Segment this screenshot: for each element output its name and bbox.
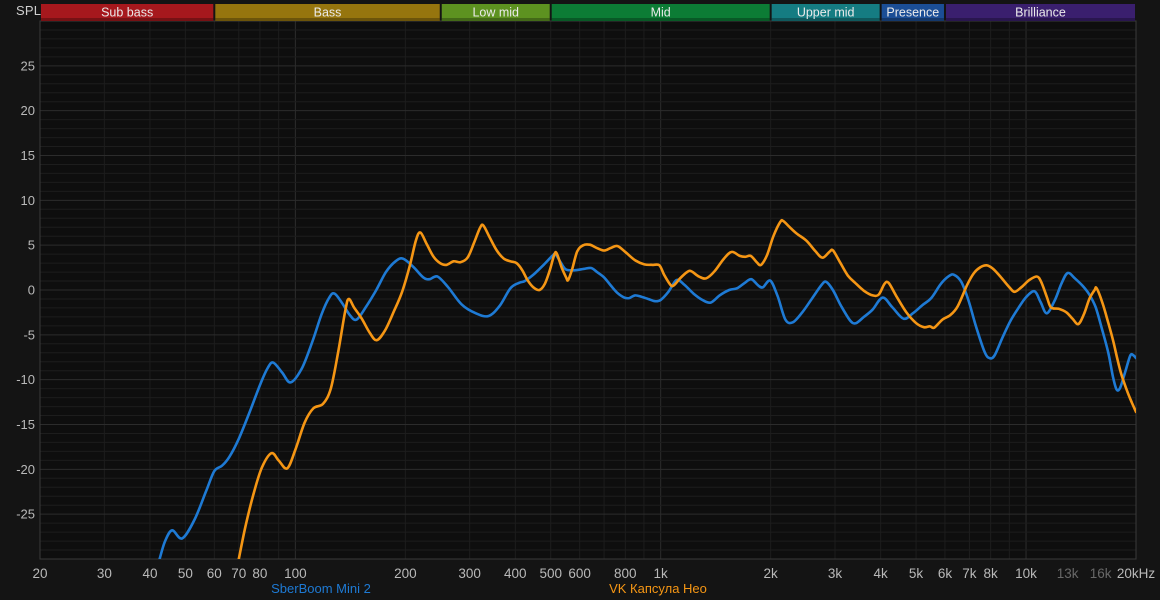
y-tick--15: -15 [16, 417, 35, 432]
band-sub-bass-label: Sub bass [101, 6, 153, 20]
x-tick-50: 50 [178, 566, 193, 581]
x-tick-80: 80 [252, 566, 267, 581]
legend-vk-kapsula-neo: VK Капсула Нео [609, 581, 707, 596]
x-tick-2k: 2k [764, 566, 779, 581]
x-tick-10k: 10k [1015, 566, 1037, 581]
x-tick-600: 600 [568, 566, 591, 581]
x-tick-4k: 4k [874, 566, 889, 581]
y-tick--5: -5 [23, 327, 35, 342]
x-tick-200: 200 [394, 566, 417, 581]
x-tick-13k: 13k [1057, 566, 1079, 581]
x-tick-500: 500 [539, 566, 562, 581]
x-tick-100: 100 [284, 566, 307, 581]
y-tick-0: 0 [28, 283, 35, 298]
x-tick-60: 60 [207, 566, 222, 581]
x-tick-5k: 5k [909, 566, 924, 581]
x-tick-800: 800 [614, 566, 637, 581]
y-tick--10: -10 [16, 372, 35, 387]
frequency-response-screen: SPL Sub bass Bass Low mid Mid Upper mid Prese… [0, 0, 1160, 600]
x-tick-20kHz: 20kHz [1117, 566, 1156, 581]
band-brilliance-label: Brilliance [1015, 6, 1066, 20]
x-tick-400: 400 [504, 566, 527, 581]
x-tick-40: 40 [142, 566, 157, 581]
x-tick-3k: 3k [828, 566, 843, 581]
x-tick-16k: 16k [1090, 566, 1112, 581]
y-tick-5: 5 [28, 238, 35, 253]
y-tick-20: 20 [21, 103, 35, 118]
y-tick-25: 25 [21, 58, 35, 73]
x-tick-20: 20 [32, 566, 47, 581]
y-tick--25: -25 [16, 507, 35, 522]
band-low-mid-label: Low mid [472, 6, 519, 20]
frequency-response-chart[interactable]: Sub bass Bass Low mid Mid Upper mid Presence B… [0, 0, 1160, 600]
y-tick-10: 10 [21, 193, 35, 208]
y-tick--20: -20 [16, 462, 35, 477]
y-tick-15: 15 [21, 148, 35, 163]
band-bass-label: Bass [314, 6, 342, 20]
x-tick-30: 30 [97, 566, 112, 581]
x-tick-70: 70 [231, 566, 246, 581]
x-tick-6k: 6k [938, 566, 953, 581]
x-tick-7k: 7k [962, 566, 977, 581]
legend-sberboom-mini-2: SberBoom Mini 2 [271, 581, 371, 596]
x-tick-8k: 8k [983, 566, 998, 581]
x-tick-300: 300 [458, 566, 481, 581]
band-mid-label: Mid [651, 6, 671, 20]
x-tick-1k: 1k [654, 566, 669, 581]
band-upper-mid-label: Upper mid [797, 6, 855, 20]
band-presence-label: Presence [886, 6, 939, 20]
